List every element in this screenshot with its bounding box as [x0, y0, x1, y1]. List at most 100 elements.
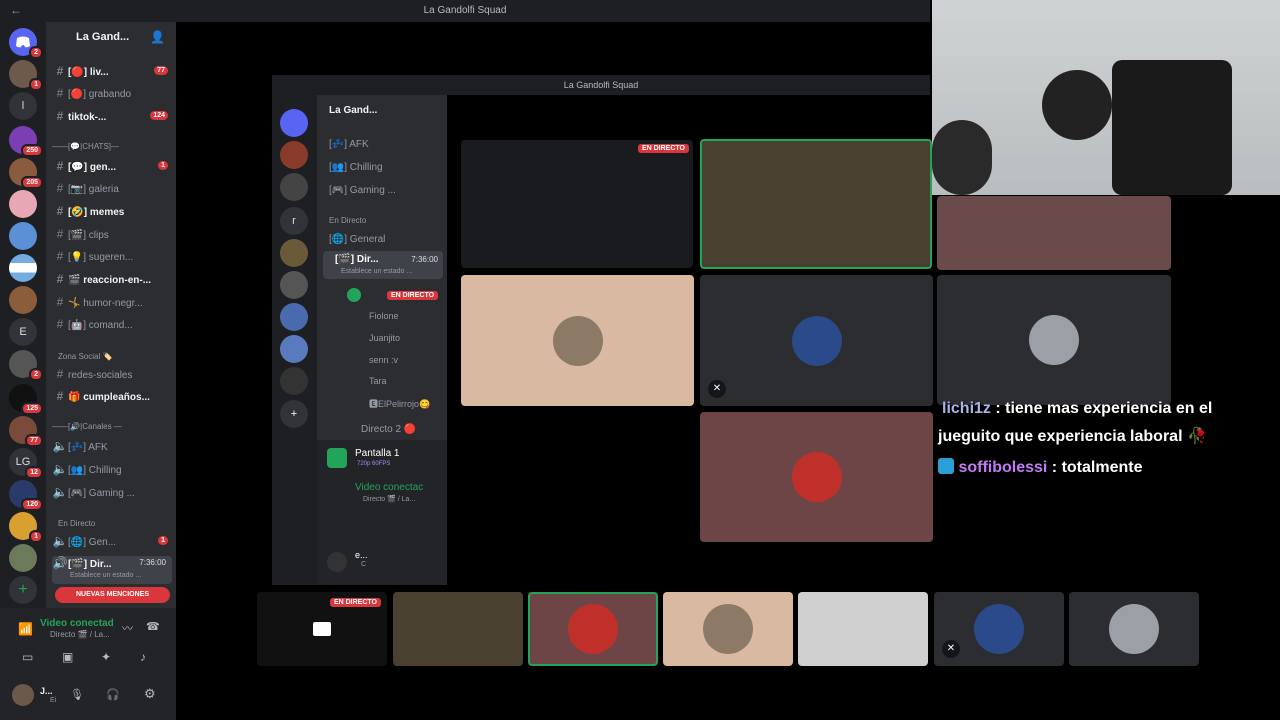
speaker-icon: 🔈	[52, 534, 68, 548]
server-icon: r	[280, 207, 308, 235]
server-icon[interactable]: E	[9, 318, 37, 346]
new-mentions-button[interactable]: NUEVAS MENCIONES	[55, 587, 170, 603]
channel-item[interactable]: # tiktok-... 124	[52, 109, 172, 129]
avatar	[347, 288, 361, 302]
server-icon[interactable]: 125	[9, 384, 43, 415]
filmstrip-tile[interactable]	[1069, 592, 1199, 666]
filmstrip-tile[interactable]: ✕	[934, 592, 1064, 666]
chat-message: lichi1z : tiene mas experiencia en el	[942, 400, 1213, 417]
muted-mic-icon: ✕	[942, 640, 960, 658]
add-friend-icon[interactable]: 👤	[150, 30, 165, 44]
filmstrip-tile[interactable]: EN DIRECTO	[257, 592, 387, 666]
server-icon[interactable]	[9, 544, 37, 572]
server-icon[interactable]: LG 12	[9, 448, 43, 479]
nested-user: Fiolone	[369, 311, 399, 321]
server-icon[interactable]: 120	[9, 480, 43, 511]
voice-channel-active[interactable]: 🔊[🎬] Dir... 7:36:00 Establece un estado …	[52, 556, 172, 584]
server-icon[interactable]: l	[9, 92, 37, 120]
disconnect-icon[interactable]: ☎	[146, 620, 160, 633]
server-icon[interactable]	[9, 222, 37, 250]
nested-channel-sidebar: La Gand... [💤] AFK [👥] Chilling [🎮] Gami…	[317, 95, 447, 585]
server-icon[interactable]	[9, 190, 37, 218]
voice-channel[interactable]: 🔈[👥] Chilling	[52, 462, 172, 482]
server-icon[interactable]	[9, 286, 37, 314]
avatar-tile[interactable]	[937, 275, 1171, 405]
nested-server-rail: r +	[272, 95, 317, 585]
avatar	[327, 552, 347, 572]
channel-item[interactable]: # [🤖] comand...	[52, 317, 172, 337]
voice-channel[interactable]: 🔈[💤] AFK	[52, 439, 172, 459]
server-icon	[280, 367, 308, 395]
streamer-webcam	[932, 0, 1280, 195]
channel-item[interactable]: # [🎬] clips	[52, 227, 172, 247]
screen-icon	[313, 622, 331, 636]
category-zona-social[interactable]: Zona Social 🏷️	[58, 352, 112, 361]
voice-status: Video conectad	[40, 618, 114, 629]
nested-user: Tara	[369, 376, 387, 386]
server-icon[interactable]: 2	[9, 350, 43, 381]
server-icon[interactable]: 250	[9, 126, 43, 157]
screen-share-icon[interactable]: ▣	[62, 650, 73, 664]
server-icon	[280, 335, 308, 363]
filmstrip-tile[interactable]	[528, 592, 658, 666]
noise-suppression-icon[interactable]: 〰	[122, 620, 133, 636]
filmstrip-tile[interactable]	[663, 592, 793, 666]
channel-item[interactable]: # 🤸 humor-negr...	[52, 295, 172, 315]
nested-window-title: La Gandolfi Squad	[272, 75, 930, 95]
discord-home-icon[interactable]: 2	[9, 28, 43, 59]
headphones-icon[interactable]: 🎧	[106, 688, 120, 701]
nested-voice-channel: [🎮] Gaming ...	[329, 185, 396, 196]
channel-item[interactable]: # [🔴] grabando	[52, 86, 172, 106]
voice-channel-path[interactable]: Directo 🎬 / La...	[50, 630, 110, 639]
channel-item[interactable]: # redes-sociales	[52, 367, 172, 387]
channel-item[interactable]: # 🎬 reaccion-en-...	[52, 272, 172, 292]
server-icon[interactable]: 205	[9, 158, 43, 189]
speaker-icon: 🔈	[52, 462, 68, 476]
gaming-chair	[1112, 60, 1232, 195]
nested-user: Juanjito	[369, 333, 401, 343]
camera-off-icon[interactable]: ▭	[22, 650, 33, 664]
nested-category: En Directo	[329, 216, 367, 225]
channel-item[interactable]: # 🎁 cumpleaños...	[52, 389, 172, 409]
nested-stream-tile: EN DIRECTO	[461, 140, 693, 268]
channel-item[interactable]: # [📷] galeria	[52, 181, 172, 201]
video-tile[interactable]	[937, 196, 1171, 270]
add-server-icon[interactable]: +	[9, 576, 37, 604]
server-icon	[280, 303, 308, 331]
nested-voice-channel: [👥] Chilling	[329, 162, 383, 173]
nested-voice-channel: Directo 2 🔴	[361, 424, 417, 435]
fan	[932, 120, 992, 195]
muted-mic-icon: ✕	[708, 380, 726, 398]
nested-video-tile	[700, 139, 932, 269]
server-icon	[280, 239, 308, 267]
nested-user: senn :v	[369, 355, 399, 365]
nested-voice-channel: [💤] AFK	[329, 139, 369, 150]
soundboard-icon[interactable]: ♪	[140, 650, 146, 664]
server-icon[interactable]: 1	[9, 512, 43, 543]
filmstrip-tile[interactable]	[393, 592, 523, 666]
server-icon[interactable]: 1	[9, 60, 43, 91]
nested-server-name: La Gand...	[329, 105, 378, 116]
server-icon	[280, 173, 308, 201]
nested-avatar-tile	[700, 412, 933, 542]
channel-item[interactable]: # [💬] gen... 1	[52, 159, 172, 179]
category-en-directo[interactable]: En Directo	[58, 519, 95, 528]
activities-icon[interactable]: ✦	[101, 650, 111, 664]
argentina-flag-icon[interactable]	[9, 254, 37, 282]
channel-item[interactable]: # [💡] sugeren...	[52, 249, 172, 269]
channel-item[interactable]: # [🔴] liv... 77	[52, 64, 172, 84]
headset	[1042, 70, 1112, 140]
chat-message: jueguito que experiencia laboral 🥀	[938, 428, 1207, 445]
voice-channel[interactable]: 🔈[🌐] Gen... 1	[52, 534, 172, 554]
signal-icon: 📶	[18, 622, 33, 636]
server-icon	[280, 271, 308, 299]
voice-channel[interactable]: 🔈[🎮] Gaming ...	[52, 485, 172, 505]
settings-gear-icon[interactable]: ⚙	[144, 686, 156, 702]
channel-item[interactable]: # [🤣] memes	[52, 204, 172, 224]
filmstrip-tile[interactable]	[798, 592, 928, 666]
live-badge: EN DIRECTO	[387, 291, 439, 300]
avatar[interactable]	[12, 684, 34, 706]
microphone-icon[interactable]: 🎙	[70, 688, 84, 701]
server-icon[interactable]: 77	[9, 416, 43, 447]
speaker-icon: 🔊	[52, 556, 68, 570]
